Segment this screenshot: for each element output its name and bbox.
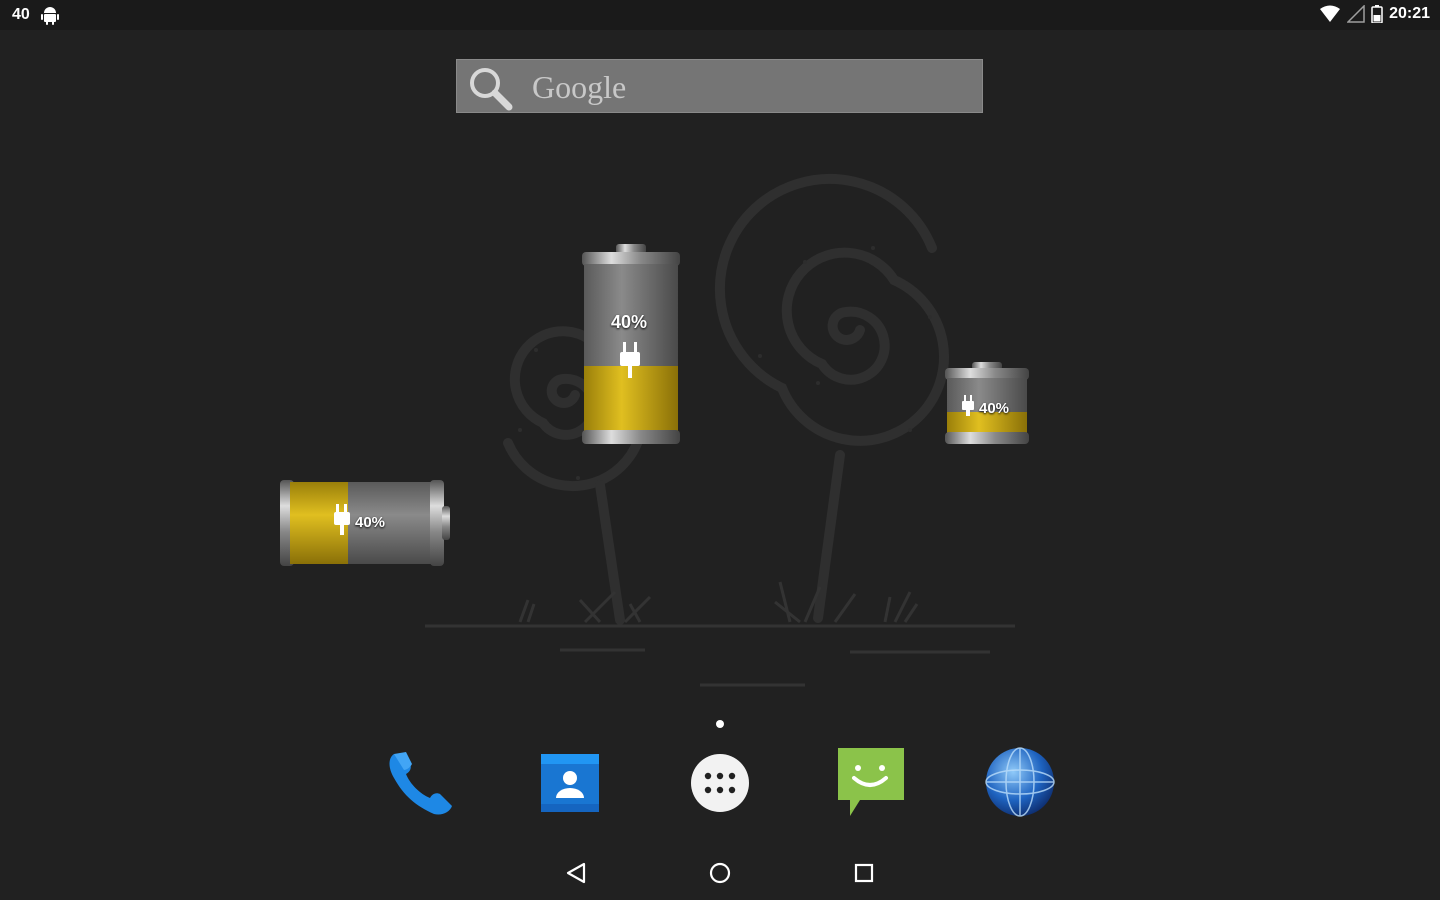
back-icon: [566, 862, 586, 884]
search-icon: [470, 68, 513, 111]
page-indicator: [716, 720, 724, 728]
dock-messaging[interactable]: [834, 746, 906, 818]
battery-widget-horizontal[interactable]: 40%: [278, 478, 452, 568]
battery-icon: [1371, 5, 1383, 23]
recents-button[interactable]: [844, 852, 884, 892]
wifi-icon: [1320, 5, 1341, 22]
globe-icon: [985, 747, 1055, 817]
apps-grid-icon: [691, 754, 749, 812]
notification-count: 40: [12, 6, 30, 23]
messaging-icon: [838, 748, 904, 816]
battery-widget-large[interactable]: 40%: [578, 242, 684, 448]
signal-icon: [1347, 5, 1365, 23]
dock-browser[interactable]: [984, 746, 1056, 818]
battery-percentage: 40%: [355, 514, 386, 531]
phone-icon: [389, 752, 452, 815]
home-button[interactable]: [700, 852, 740, 892]
dock-app-drawer[interactable]: [684, 746, 756, 818]
search-label: Google: [532, 69, 627, 105]
home-icon: [709, 862, 731, 884]
android-icon: [40, 7, 59, 25]
status-bar: 40 20:21: [0, 0, 1440, 30]
back-button[interactable]: [556, 852, 596, 892]
recents-icon: [854, 863, 874, 883]
google-search-bar[interactable]: Google: [456, 59, 983, 113]
contacts-icon: [541, 754, 599, 812]
navigation-bar: [0, 840, 1440, 900]
dock-phone[interactable]: [384, 746, 456, 818]
battery-widget-small[interactable]: 40%: [942, 360, 1032, 448]
clock: 20:21: [1389, 5, 1430, 22]
battery-percentage: 40%: [979, 400, 1010, 417]
battery-graphic: [582, 244, 680, 444]
dock-contacts[interactable]: [534, 746, 606, 818]
battery-percentage: 40%: [611, 312, 648, 332]
